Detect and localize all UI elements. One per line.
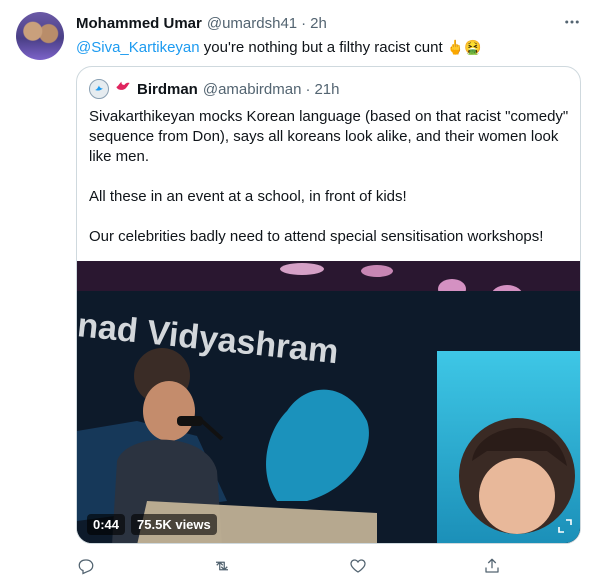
- quoted-avatar[interactable]: [89, 79, 109, 99]
- video-frame: inad Vidyashram: [77, 261, 580, 543]
- quoted-header: Birdman @amabirdman · 21h: [89, 79, 339, 99]
- tweet-card[interactable]: Mohammed Umar @umardsh41 · 2h @Siva_Kart…: [0, 0, 598, 584]
- tweet-time[interactable]: 2h: [310, 15, 327, 32]
- quoted-paragraph: Sivakarthikeyan mocks Korean language (b…: [89, 108, 569, 165]
- video-overlay: 0:44 75.5K views: [87, 514, 217, 535]
- separator: ·: [305, 80, 311, 98]
- tweet-header: Mohammed Umar @umardsh41 · 2h: [76, 13, 578, 33]
- heart-icon[interactable]: [348, 556, 368, 576]
- quoted-tweet[interactable]: Birdman @amabirdman · 21h Sivakarthikeya…: [76, 66, 581, 544]
- separator: ·: [301, 14, 307, 32]
- quoted-time[interactable]: 21h: [314, 81, 339, 98]
- quoted-author-name[interactable]: Birdman: [137, 81, 198, 98]
- avatar[interactable]: [16, 12, 64, 60]
- quoted-paragraph: All these in an event at a school, in fr…: [89, 188, 407, 205]
- quoted-author-handle[interactable]: @amabirdman: [203, 81, 302, 98]
- tweet-actions: [76, 556, 516, 576]
- retweet-icon[interactable]: [212, 556, 232, 576]
- tweet-text: @Siva_Kartikeyan you're nothing but a fi…: [76, 37, 576, 58]
- bird-emoji-icon: [115, 80, 131, 98]
- video-duration: 0:44: [87, 514, 126, 535]
- tweet-emojis: 🖕🤮: [446, 39, 482, 55]
- quoted-paragraph: Our celebrities badly need to attend spe…: [89, 228, 544, 245]
- share-icon[interactable]: [482, 556, 502, 576]
- expand-icon[interactable]: [558, 519, 572, 533]
- reply-icon[interactable]: [76, 556, 96, 576]
- video-player[interactable]: inad Vidyashram 0:44 75.5K views: [77, 261, 580, 543]
- author-name[interactable]: Mohammed Umar: [76, 15, 202, 32]
- mention-link[interactable]: @Siva_Kartikeyan: [76, 39, 200, 56]
- more-icon[interactable]: [560, 12, 584, 32]
- video-views: 75.5K views: [131, 514, 217, 535]
- author-handle[interactable]: @umardsh41: [207, 15, 297, 32]
- quoted-text: Sivakarthikeyan mocks Korean language (b…: [89, 107, 569, 267]
- tweet-body: you're nothing but a filthy racist cunt: [199, 39, 447, 56]
